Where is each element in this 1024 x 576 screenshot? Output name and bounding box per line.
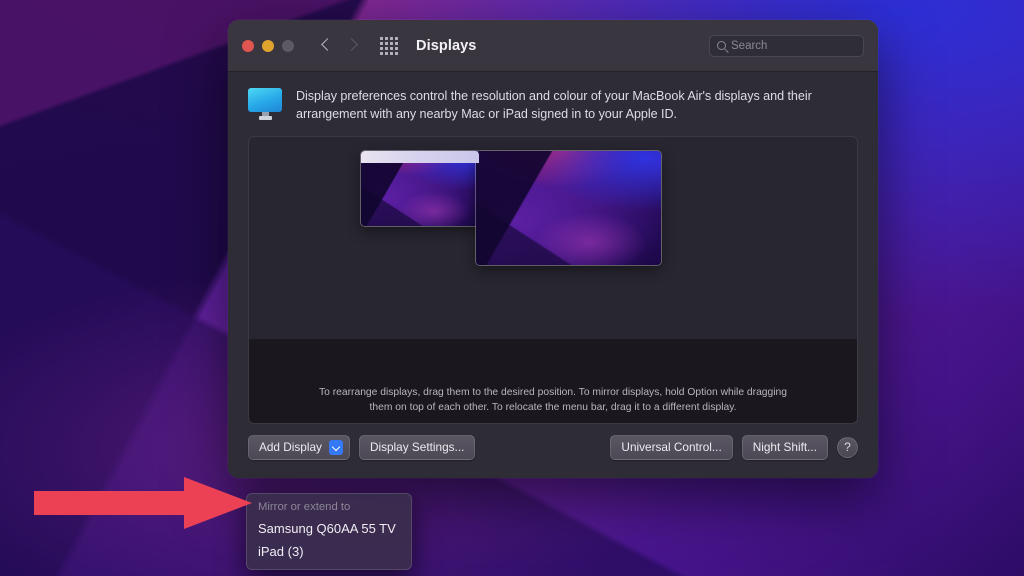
grid-dot — [395, 36, 398, 40]
grid-dot — [385, 41, 388, 45]
window-title: Displays — [416, 37, 477, 54]
preferences-description: Display preferences control the resoluti… — [248, 86, 858, 136]
grid-dot — [395, 41, 398, 45]
arrangement-hint-text: To rearrange displays, drag them to the … — [319, 386, 787, 413]
grid-dot — [385, 36, 388, 40]
grid-dot — [380, 46, 383, 50]
grid-dot — [380, 36, 383, 40]
navigation-arrows — [320, 39, 358, 52]
description-text: Display preferences control the resoluti… — [296, 89, 812, 121]
window-titlebar: Displays Search — [228, 20, 878, 72]
secondary-display-wallpaper — [476, 150, 661, 265]
close-window-button[interactable] — [242, 39, 254, 52]
grid-dot — [390, 46, 393, 50]
grid-dot — [395, 51, 398, 55]
zoom-window-button[interactable] — [282, 39, 294, 52]
display-arrangement-panel[interactable]: To rearrange displays, drag them to the … — [248, 135, 858, 424]
add-display-label: Add Display — [259, 439, 322, 454]
help-button[interactable]: ? — [837, 436, 858, 458]
grid-dot — [380, 51, 383, 55]
chevron-right-icon[interactable] — [345, 39, 358, 52]
show-all-grid-icon[interactable] — [380, 36, 398, 55]
secondary-display-thumbnail[interactable] — [476, 150, 661, 265]
minimize-window-button[interactable] — [262, 39, 274, 52]
add-display-dropdown-menu[interactable]: Mirror or extend to Samsung Q60AA 55 TV … — [246, 493, 412, 570]
bottom-button-bar: Add Display Display Settings... Universa… — [248, 424, 858, 460]
main-display-thumbnail[interactable] — [361, 150, 479, 226]
night-shift-button[interactable]: Night Shift... — [741, 434, 828, 460]
grid-dot — [380, 41, 383, 45]
menu-item-ipad[interactable]: iPad (3) — [247, 540, 411, 563]
search-field[interactable]: Search — [709, 34, 864, 57]
chevron-left-icon[interactable] — [320, 39, 333, 52]
traffic-light-buttons — [242, 39, 294, 52]
menu-section-header: Mirror or extend to — [258, 501, 351, 513]
grid-dot — [390, 41, 393, 45]
grid-dot — [395, 46, 398, 50]
window-content: Display preferences control the resoluti… — [228, 72, 878, 478]
display-settings-button[interactable]: Display Settings... — [358, 434, 476, 460]
displays-preferences-window: Displays Search Display preferences cont… — [228, 20, 878, 570]
grid-dot — [390, 51, 393, 55]
add-display-button[interactable]: Add Display — [248, 434, 350, 460]
menu-bar-strip[interactable] — [361, 150, 479, 163]
desktop-wallpaper: Displays Search Display preferences cont… — [0, 0, 1024, 576]
grid-dot — [385, 46, 388, 50]
menu-item-samsung-tv[interactable]: Samsung Q60AA 55 TV — [247, 517, 411, 540]
search-placeholder: Search — [731, 39, 768, 52]
universal-control-button[interactable]: Universal Control... — [610, 434, 733, 460]
grid-dot — [385, 51, 388, 55]
monitor-screen — [248, 88, 282, 112]
search-icon — [717, 41, 726, 50]
chevron-down-icon[interactable] — [328, 439, 343, 455]
annotation-arrow-icon — [34, 477, 252, 529]
grid-dot — [390, 36, 393, 40]
arrangement-stage: To rearrange displays, drag them to the … — [249, 137, 857, 423]
display-monitor-icon — [248, 88, 282, 120]
arrangement-hint-band: To rearrange displays, drag them to the … — [249, 338, 857, 423]
monitor-base — [258, 116, 272, 120]
